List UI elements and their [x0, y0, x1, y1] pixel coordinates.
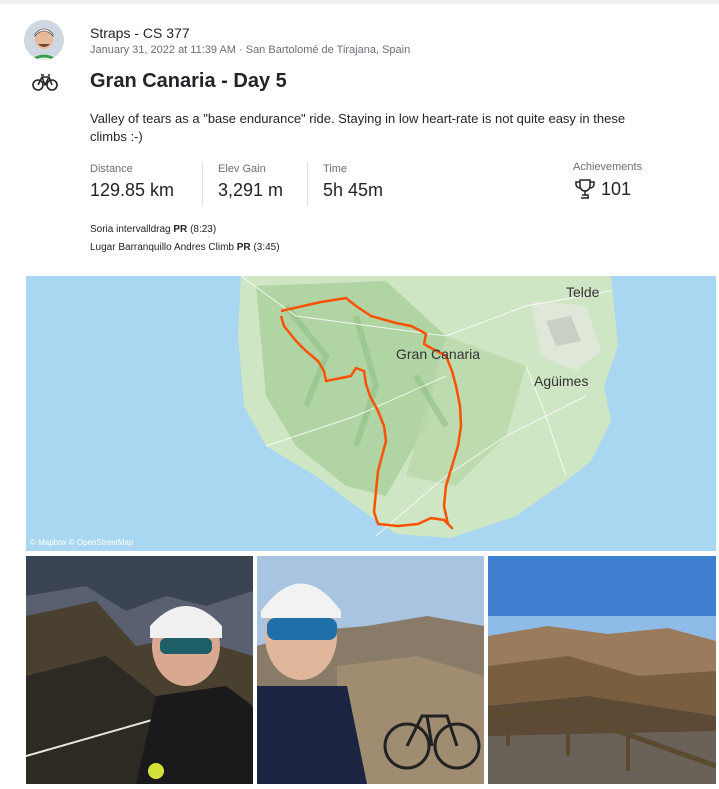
- achievements[interactable]: Achievements 101: [573, 161, 642, 201]
- segment-time: (8:23): [190, 224, 217, 235]
- trophy-icon: [573, 177, 597, 201]
- stat-distance-value: 129.85 km: [90, 180, 175, 200]
- map-label-gran-canaria: Gran Canaria: [396, 346, 480, 362]
- stat-distance-label: Distance: [90, 163, 133, 175]
- segment-time: (3:45): [253, 242, 280, 253]
- stat-distance: Distance 129.85 km: [90, 163, 174, 201]
- stat-elev-gain: Elev Gain 3,291 m: [218, 163, 283, 201]
- stat-divider: [202, 162, 203, 206]
- route-map[interactable]: Telde Gran Canaria Agüimes: [26, 276, 716, 551]
- segment-name: Soria intervalldrag: [90, 224, 171, 235]
- stat-divider: [307, 162, 308, 206]
- bike-icon: [32, 72, 58, 92]
- segment-name: Lugar Barranquillo Andres Climb: [90, 242, 234, 253]
- athlete-name[interactable]: Straps - CS 377: [90, 25, 190, 41]
- achievements-value: 101: [601, 178, 632, 199]
- photo-2[interactable]: [257, 556, 484, 784]
- map-label-telde: Telde: [566, 284, 600, 300]
- stat-time: Time 5h 45m: [323, 163, 383, 201]
- photo-3[interactable]: [488, 556, 716, 784]
- athlete-avatar[interactable]: [24, 20, 64, 60]
- top-divider: [0, 0, 719, 4]
- stat-time-value: 5h 45m: [323, 180, 384, 200]
- activity-meta: January 31, 2022 at 11:39 AM · San Barto…: [90, 44, 411, 56]
- activity-title[interactable]: Gran Canaria - Day 5: [90, 70, 287, 93]
- photo-1[interactable]: [26, 556, 253, 784]
- segment-item[interactable]: Lugar Barranquillo Andres Climb PR (3:45…: [90, 242, 280, 253]
- map-attribution: © Mapbox © OpenStreetMap: [30, 538, 134, 547]
- segment-pr-badge: PR: [173, 224, 188, 235]
- activity-description: Valley of tears as a "base endurance" ri…: [90, 111, 626, 144]
- segment-item[interactable]: Soria intervalldrag PR (8:23): [90, 224, 216, 235]
- map-label-aguimes: Agüimes: [534, 373, 588, 389]
- stat-elev-gain-label: Elev Gain: [218, 163, 266, 175]
- stat-elev-gain-value: 3,291 m: [218, 180, 284, 200]
- segment-pr-badge: PR: [236, 242, 251, 253]
- achievements-label: Achievements: [573, 161, 643, 173]
- stat-time-label: Time: [323, 163, 348, 175]
